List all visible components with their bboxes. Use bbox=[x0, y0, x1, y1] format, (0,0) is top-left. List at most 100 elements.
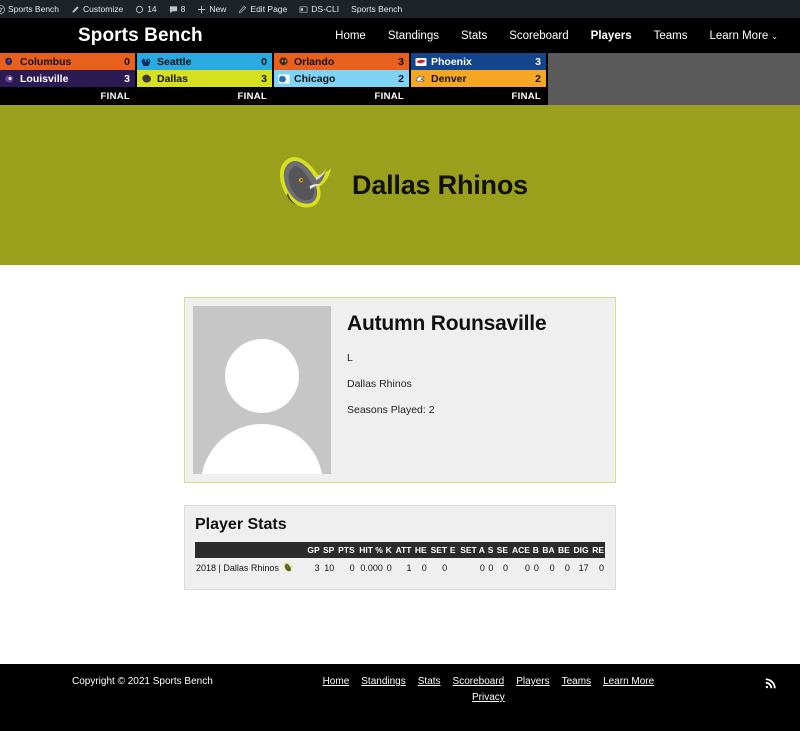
site-footer: Copyright © 2021 Sports Bench Home Stand… bbox=[0, 664, 800, 731]
nav-item-scoreboard[interactable]: Scoreboard bbox=[509, 30, 568, 42]
footer-nav-scoreboard[interactable]: Scoreboard bbox=[453, 676, 505, 687]
cell-gp: 3 bbox=[304, 558, 321, 577]
adminbar-item-customize[interactable]: Customize bbox=[65, 0, 129, 18]
footer-nav-teams[interactable]: Teams bbox=[562, 676, 591, 687]
adminbar-site-label: Sports Bench bbox=[8, 4, 60, 14]
update-ring-icon bbox=[135, 5, 144, 14]
player-seasons-played: Seasons Played: 2 bbox=[347, 404, 435, 416]
team-hero-title: Dallas Rhinos bbox=[352, 169, 528, 200]
team-hero-banner: Dallas Rhinos bbox=[0, 105, 800, 265]
footer-nav-standings[interactable]: Standings bbox=[361, 676, 405, 687]
player-stats-table: GP SP PTS HIT % K ATT HE SET E SET A S S… bbox=[195, 542, 605, 577]
player-card: Autumn Rounsaville L Dallas Rhinos Seaso… bbox=[184, 297, 616, 483]
nav-item-standings[interactable]: Standings bbox=[388, 30, 439, 42]
rhino-logo-icon bbox=[280, 157, 332, 208]
scoreboard-home-team: Denver bbox=[431, 72, 467, 85]
table-header-row: GP SP PTS HIT % K ATT HE SET E SET A S S… bbox=[195, 542, 605, 558]
scoreboard-away-score: 3 bbox=[398, 55, 404, 68]
cell-be: 0 bbox=[555, 558, 571, 577]
scoreboard-home-row: Louisville 3 bbox=[0, 70, 135, 87]
scoreboard-status: FINAL bbox=[274, 87, 409, 105]
edit-pen-icon bbox=[238, 5, 247, 14]
scoreboard-home-team: Dallas bbox=[157, 72, 188, 85]
scoreboard-home-score: 2 bbox=[398, 72, 404, 85]
avatar-body-shape bbox=[201, 424, 323, 474]
rhino-row-logo-icon bbox=[284, 562, 294, 572]
cell-b: 0 bbox=[530, 558, 540, 577]
nav-item-learn-more-label: Learn More bbox=[709, 29, 769, 42]
nav-item-players[interactable]: Players bbox=[591, 30, 632, 42]
col-hit-pct: HIT % bbox=[355, 542, 384, 558]
footer-nav-privacy[interactable]: Privacy bbox=[472, 692, 505, 703]
adminbar-item-comments[interactable]: 8 bbox=[163, 0, 192, 18]
adminbar-item-new[interactable]: New bbox=[191, 0, 232, 18]
footer-copyright: Copyright © 2021 Sports Bench bbox=[72, 676, 213, 687]
adminbar-edit-page-label: Edit Page bbox=[250, 4, 288, 14]
rss-feed-icon[interactable] bbox=[764, 676, 778, 690]
adminbar-item-site[interactable]: Sports Bench bbox=[0, 0, 65, 18]
site-brand[interactable]: Sports Bench bbox=[78, 25, 203, 47]
nav-item-learn-more[interactable]: Learn More ⌄ bbox=[709, 30, 778, 42]
scoreboard-away-score: 0 bbox=[124, 55, 130, 68]
col-re: RE bbox=[589, 542, 605, 558]
team-logo-icon bbox=[415, 57, 427, 66]
team-logo-icon bbox=[142, 73, 151, 82]
adminbar-comments-count: 8 bbox=[180, 4, 186, 14]
scoreboard-away-row: Seattle 0 bbox=[137, 53, 272, 70]
col-set-a: SET A bbox=[456, 542, 486, 558]
scoreboard-game[interactable]: Orlando 3 Chicago 2 FINAL bbox=[274, 53, 411, 105]
footer-nav-home[interactable]: Home bbox=[323, 676, 350, 687]
col-se: SE bbox=[494, 542, 510, 558]
cell-hit-pct: 0.000 bbox=[355, 558, 384, 577]
adminbar-customize-label: Customize bbox=[83, 4, 124, 14]
col-ba: BA bbox=[539, 542, 556, 558]
scoreboard-home-team: Louisville bbox=[20, 72, 69, 85]
nav-item-teams[interactable]: Teams bbox=[654, 30, 688, 42]
scoreboard-game[interactable]: Phoenix 3 Denver 2 FINAL bbox=[411, 53, 548, 105]
cell-set: 0 bbox=[427, 558, 449, 577]
team-logo-icon bbox=[415, 75, 425, 81]
cell-he: 0 bbox=[412, 558, 428, 577]
col-e: E bbox=[448, 542, 457, 558]
team-logo-icon bbox=[5, 57, 13, 65]
adminbar-item-updates[interactable]: 14 bbox=[129, 0, 162, 18]
main-navigation: Home Standings Stats Scoreboard Players … bbox=[335, 30, 778, 42]
scoreboard-home-score: 3 bbox=[124, 72, 130, 85]
site-header: Sports Bench Home Standings Stats Scoreb… bbox=[0, 18, 800, 53]
avatar-head-shape bbox=[225, 339, 299, 413]
cell-season-team-label: 2018 | Dallas Rhinos bbox=[196, 563, 279, 573]
chevron-down-icon: ⌄ bbox=[771, 31, 778, 41]
footer-navigation: Home Standings Stats Scoreboard Players … bbox=[213, 676, 764, 703]
nav-item-home[interactable]: Home bbox=[335, 30, 366, 42]
footer-nav-learn-more[interactable]: Learn More bbox=[603, 676, 654, 687]
scoreboard-away-score: 3 bbox=[535, 55, 541, 68]
adminbar-sports-bench-label: Sports Bench bbox=[351, 4, 403, 14]
cell-pts: 0 bbox=[335, 558, 356, 577]
adminbar-item-sports-bench[interactable]: Sports Bench bbox=[345, 0, 408, 18]
player-stats-tbody: 2018 | Dallas Rhinos 3 10 0 0.000 0 1 0 … bbox=[195, 558, 605, 577]
adminbar-dscli-label: DS-CLI bbox=[311, 4, 340, 14]
cell-s: 0 bbox=[485, 558, 495, 577]
cell-ba: 0 bbox=[539, 558, 556, 577]
scoreboard-status: FINAL bbox=[411, 87, 546, 105]
scoreboard-home-score: 3 bbox=[261, 72, 267, 85]
scoreboard-away-row: Orlando 3 bbox=[274, 53, 409, 70]
dscli-icon bbox=[299, 5, 308, 14]
player-info: Autumn Rounsaville L Dallas Rhinos Seaso… bbox=[331, 306, 547, 474]
scoreboard-game[interactable]: Seattle 0 Dallas 3 FINAL bbox=[137, 53, 274, 105]
scoreboard-away-team: Orlando bbox=[294, 55, 335, 68]
scoreboard-home-row: Chicago 2 bbox=[274, 70, 409, 87]
nav-item-stats[interactable]: Stats bbox=[461, 30, 487, 42]
scoreboard-game[interactable]: Columbus 0 Louisville 3 FINAL bbox=[0, 53, 137, 105]
comment-bubble-icon bbox=[169, 5, 178, 14]
wordpress-icon bbox=[0, 4, 5, 14]
scoreboard-away-team: Phoenix bbox=[431, 55, 472, 68]
team-logo-icon bbox=[5, 74, 14, 82]
adminbar-item-dscli[interactable]: DS-CLI bbox=[293, 0, 345, 18]
player-team[interactable]: Dallas Rhinos bbox=[347, 378, 546, 390]
scoreboard-away-row: Columbus 0 bbox=[0, 53, 135, 70]
wp-admin-bar: Sports Bench Customize 14 8 New Edit Pag… bbox=[0, 0, 800, 18]
adminbar-item-edit-page[interactable]: Edit Page bbox=[232, 0, 293, 18]
footer-nav-players[interactable]: Players bbox=[516, 676, 549, 687]
footer-nav-stats[interactable]: Stats bbox=[418, 676, 441, 687]
